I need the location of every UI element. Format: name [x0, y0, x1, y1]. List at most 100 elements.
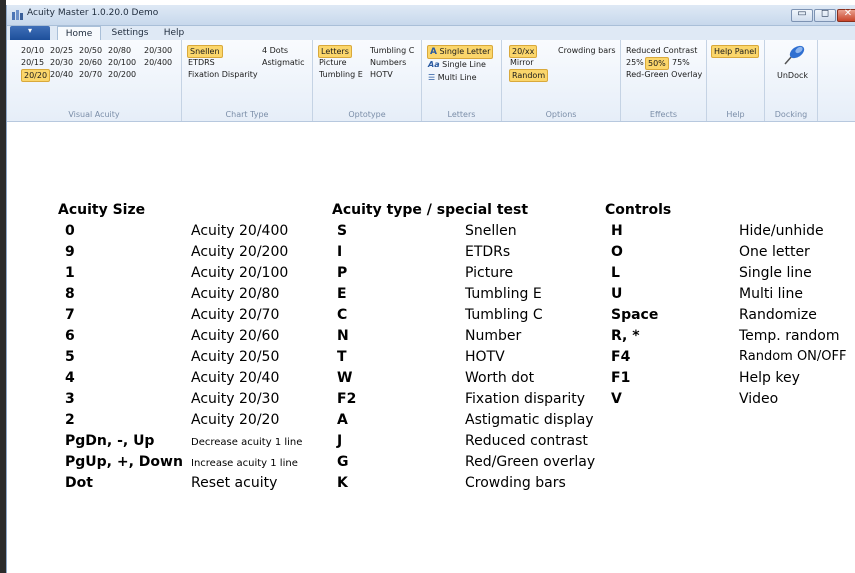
minimize-button[interactable]: ▭ [791, 8, 813, 22]
control-key: L [611, 265, 620, 281]
acuity-key: 6 [65, 328, 75, 344]
help-panel-button[interactable]: Help Panel [711, 45, 760, 58]
pushpin-icon [784, 45, 805, 65]
acuity-desc: Decrease acuity 1 line [191, 437, 303, 448]
opt-mirror[interactable]: Mirror [510, 57, 534, 68]
red-green-overlay-toggle[interactable]: Red-Green Overlay [626, 69, 702, 80]
chart-astigmatic[interactable]: Astigmatic [262, 57, 305, 68]
type-desc: Number [465, 328, 522, 344]
control-desc: Help key [739, 370, 800, 386]
type-key: K [337, 475, 348, 491]
group-caption: Visual Acuity [68, 110, 120, 119]
group-docking: UnDock Docking [765, 40, 818, 121]
type-desc: Tumbling C [465, 307, 543, 323]
va-20-70[interactable]: 20/70 [79, 69, 102, 80]
va-20-300[interactable]: 20/300 [144, 45, 172, 56]
undock-label: UnDock [777, 71, 809, 80]
va-20-15[interactable]: 20/15 [21, 57, 44, 68]
acuity-key: 2 [65, 412, 75, 428]
type-desc: Picture [465, 265, 514, 281]
type-desc: HOTV [465, 349, 505, 365]
va-20-40[interactable]: 20/40 [50, 69, 73, 80]
acuity-key: 0 [65, 223, 75, 239]
opt-tumbling-c[interactable]: Tumbling C [370, 45, 414, 56]
type-desc: Reduced contrast [465, 433, 588, 449]
acuity-key: 3 [65, 391, 75, 407]
contrast-75[interactable]: 75% [672, 57, 690, 68]
group-visual-acuity: 20/10 20/25 20/50 20/80 20/300 20/15 20/… [7, 40, 182, 121]
single-letter-label: Single Letter [439, 47, 491, 56]
multi-line-label: Multi Line [437, 73, 477, 82]
chevron-down-icon: ▾ [27, 26, 32, 35]
opt-random[interactable]: Random [509, 69, 549, 82]
chart-etdrs[interactable]: ETDRS [188, 57, 215, 68]
acuity-key: 7 [65, 307, 75, 323]
acuity-key: 8 [65, 286, 75, 302]
letter-a-icon: A [430, 47, 437, 57]
opt-crowding-bars[interactable]: Crowding bars [558, 45, 616, 56]
aa-icon: Aa [428, 60, 440, 69]
opt-picture[interactable]: Picture [319, 57, 347, 68]
va-20-400[interactable]: 20/400 [144, 57, 172, 68]
ribbon-tabs: ▾ Home Settings Help [7, 26, 855, 40]
undock-button[interactable]: UnDock [765, 40, 817, 100]
type-key: E [337, 286, 347, 302]
acuity-desc: Acuity 20/400 [191, 223, 289, 239]
va-20-200[interactable]: 20/200 [108, 69, 136, 80]
app-window: Acuity Master 1.0.20.0 Demo ▭ ◻ ✕ ▾ Home… [6, 5, 855, 573]
opt-hotv[interactable]: HOTV [370, 69, 393, 80]
single-line-button[interactable]: Aa Single Line [428, 59, 486, 70]
control-desc: Video [739, 391, 779, 407]
tab-home[interactable]: Home [57, 26, 101, 40]
multi-line-button[interactable]: ☰ Multi Line [428, 72, 477, 83]
type-desc: Red/Green overlay [465, 454, 596, 470]
va-20-50[interactable]: 20/50 [79, 45, 102, 56]
acuity-desc: Reset acuity [191, 475, 278, 491]
control-desc: Temp. random [739, 328, 840, 344]
close-button[interactable]: ✕ [837, 8, 855, 22]
group-caption: Chart Type [225, 110, 269, 119]
opt-tumbling-e[interactable]: Tumbling E [319, 69, 363, 80]
va-20-30[interactable]: 20/30 [50, 57, 73, 68]
chart-fixation-disparity[interactable]: Fixation Disparity [188, 69, 258, 80]
group-caption: Docking [774, 110, 808, 119]
type-key: J [337, 433, 343, 449]
control-key: F4 [611, 349, 631, 365]
app-logo-icon [12, 10, 23, 20]
tab-help[interactable]: Help [159, 26, 189, 40]
type-key: I [337, 244, 343, 260]
type-key: P [337, 265, 348, 281]
va-20-20[interactable]: 20/20 [21, 69, 51, 82]
va-20-25[interactable]: 20/25 [50, 45, 73, 56]
opt-numbers[interactable]: Numbers [370, 57, 406, 68]
reduced-contrast-toggle[interactable]: Reduced Contrast [626, 45, 697, 56]
contrast-25[interactable]: 25% [626, 57, 644, 68]
va-20-80[interactable]: 20/80 [108, 45, 131, 56]
group-effects: Reduced Contrast 25% 50% 75% Red-Green O… [621, 40, 707, 121]
group-caption: Effects [649, 110, 678, 119]
group-help: Help Panel Help [707, 40, 765, 121]
type-key: T [337, 349, 347, 365]
single-letter-button[interactable]: A Single Letter [427, 45, 494, 59]
va-20-100[interactable]: 20/100 [108, 57, 136, 68]
acuity-desc: Acuity 20/40 [191, 370, 280, 386]
control-key: F1 [611, 370, 631, 386]
acuity-desc: Acuity 20/60 [191, 328, 280, 344]
chart-4-dots[interactable]: 4 Dots [262, 45, 288, 56]
control-key: O [611, 244, 623, 260]
app-menu-button[interactable]: ▾ [10, 26, 50, 40]
control-key: H [611, 223, 623, 239]
maximize-button[interactable]: ◻ [814, 8, 836, 22]
control-key: Space [611, 307, 659, 323]
control-desc: One letter [739, 244, 810, 260]
acuity-key: PgDn, -, Up [65, 433, 155, 449]
type-key: W [337, 370, 353, 386]
va-20-10[interactable]: 20/10 [21, 45, 44, 56]
type-key: G [337, 454, 349, 470]
acuity-desc: Acuity 20/30 [191, 391, 280, 407]
acuity-desc: Acuity 20/70 [191, 307, 280, 323]
group-caption: Letters [447, 110, 476, 119]
va-20-60[interactable]: 20/60 [79, 57, 102, 68]
tab-settings[interactable]: Settings [107, 26, 153, 40]
acuity-key: Dot [65, 475, 93, 491]
